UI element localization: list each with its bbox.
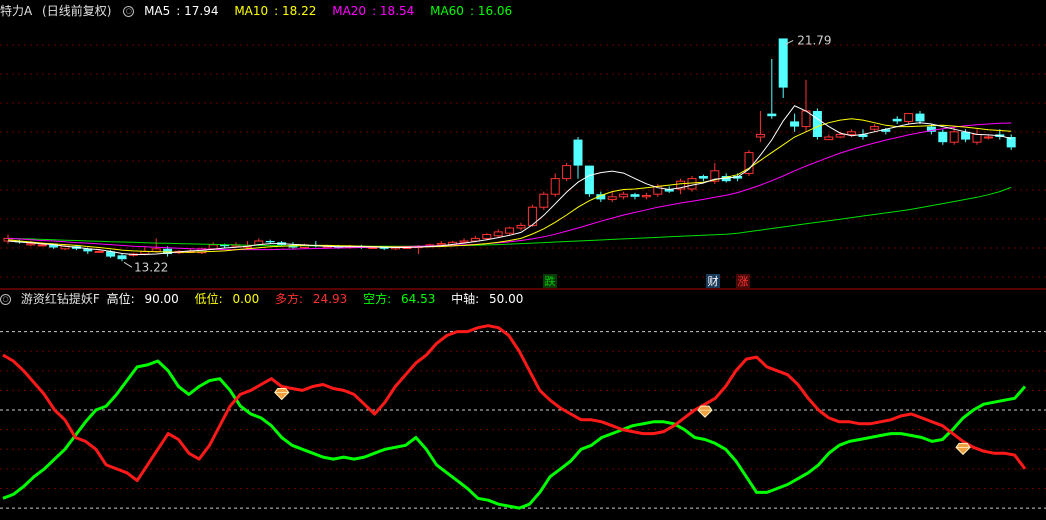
indicator-settings-icon[interactable]: ○	[0, 294, 11, 305]
event-marker-label: 财	[708, 274, 719, 288]
period-label: (日线前复权)	[42, 4, 112, 18]
candle-up	[607, 196, 617, 200]
candle-down	[265, 241, 275, 243]
ma60-line	[7, 186, 1012, 247]
chart-canvas: 21.79 13.22 跌 财 涨	[0, 33, 1046, 510]
price-legend: 特力A (日线前复权) ○ MA5: 17.94 MA10: 18.22 MA2…	[0, 3, 524, 19]
candle-up	[904, 113, 914, 122]
indicator-lines	[2, 324, 1027, 510]
event-marker-label: 跌	[545, 274, 556, 288]
param-low: 低位: 0.00	[194, 292, 260, 306]
ma5-label: MA5: 17.94	[144, 4, 219, 18]
ma60-label: MA60: 16.06	[430, 4, 513, 18]
candle-up	[550, 178, 560, 195]
candle-up	[436, 243, 446, 246]
param-bull: 多方: 24.93	[275, 292, 348, 306]
candle-down	[790, 121, 800, 127]
candle-up	[949, 131, 959, 143]
candle-up	[493, 231, 503, 237]
low-pointer	[123, 261, 133, 268]
red-indicator-line	[2, 324, 1027, 483]
diamond-shape	[697, 405, 713, 418]
candle-down	[767, 113, 777, 117]
candle-up	[94, 250, 104, 253]
candle-down	[573, 139, 583, 166]
candle-up	[619, 193, 629, 198]
settings-circle-icon[interactable]: ○	[123, 6, 135, 17]
param-bear: 空方: 64.53	[363, 292, 436, 306]
candle-up	[26, 243, 36, 246]
candle-up	[869, 126, 879, 130]
candle-up	[459, 240, 469, 243]
candle-down	[938, 131, 948, 143]
candle-up	[37, 244, 47, 247]
diamond-shape	[274, 388, 290, 401]
candle-up	[208, 244, 218, 250]
candle-down	[915, 113, 925, 122]
candle-down	[778, 38, 788, 88]
candle-up	[835, 133, 845, 138]
candle-down	[630, 194, 640, 197]
symbol-title[interactable]: 特力A (日线前复权)	[0, 4, 117, 18]
candle-up	[505, 227, 515, 234]
candle-up	[687, 178, 697, 190]
candle-down	[892, 118, 902, 122]
event-marker-label: 涨	[738, 275, 749, 288]
red-diamond-icon	[955, 442, 971, 456]
red-diamond-icon	[697, 405, 713, 418]
price-grid	[0, 44, 1046, 278]
candle-up	[482, 234, 492, 239]
green-indicator-line	[2, 359, 1027, 510]
candle-up	[847, 131, 857, 135]
high-price-label: 21.79	[797, 33, 831, 47]
indicator-legend: ○ 游资红钻提妖F 高位: 90.00 低位: 0.00 多方: 24.93 空…	[0, 291, 535, 307]
candle-up	[755, 133, 765, 138]
param-high: 高位: 90.00	[106, 292, 179, 306]
candle-up	[539, 193, 549, 208]
candle-down	[117, 255, 127, 260]
candle-up	[562, 165, 572, 180]
candle-up	[972, 133, 982, 143]
candle-up	[516, 224, 526, 229]
candle-up	[824, 136, 834, 141]
candle-down	[698, 176, 708, 179]
candle-up	[151, 248, 161, 252]
ma20-label: MA20: 18.54	[332, 4, 415, 18]
candle-down	[812, 111, 822, 137]
param-axis: 中轴: 50.00	[451, 292, 524, 306]
low-price-label: 13.22	[134, 260, 168, 274]
red-diamond-icon	[274, 388, 290, 401]
candle-down	[584, 165, 594, 195]
diamond-shape	[955, 442, 971, 456]
candle-up	[983, 136, 993, 139]
symbol-name: 特力A	[0, 4, 33, 18]
candle-up	[641, 195, 651, 198]
ma10-label: MA10: 18.22	[234, 4, 317, 18]
candlestick-series[interactable]	[3, 38, 1016, 262]
indicator-name[interactable]: 游资红钻提妖F	[21, 292, 100, 306]
